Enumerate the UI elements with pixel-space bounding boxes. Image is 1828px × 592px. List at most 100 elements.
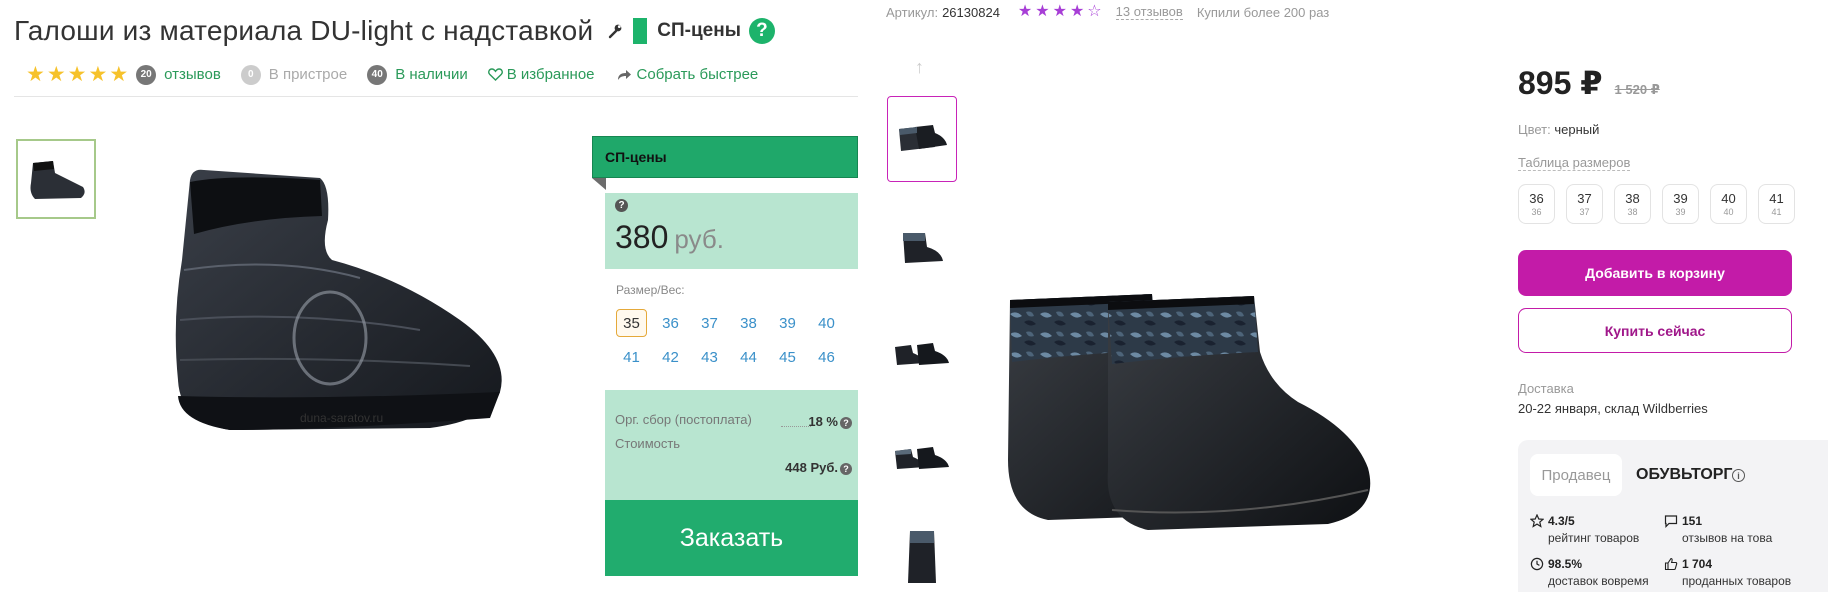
stock-link[interactable]: 40 В наличии: [367, 64, 468, 85]
clock-icon: [1530, 557, 1544, 571]
add-to-cart-button[interactable]: Добавить в корзину: [1518, 250, 1792, 296]
thumbnail-3[interactable]: [887, 310, 957, 396]
size-option[interactable]: 36: [655, 309, 686, 337]
order-button[interactable]: Заказать: [605, 500, 858, 576]
thumbnail-2[interactable]: [887, 206, 957, 292]
star-icon: ★: [46, 63, 66, 86]
price: 380 руб.: [615, 219, 724, 256]
size-option[interactable]: 38: [733, 309, 764, 337]
title-row: Галоши из материала DU-light с надставко…: [14, 14, 775, 48]
stat-label: проданных товаров: [1682, 574, 1792, 588]
size-ru: 40: [1721, 191, 1736, 206]
star-icon: ★: [109, 63, 129, 86]
size-ru: 39: [1673, 191, 1688, 206]
stat-label: отзывов на това: [1682, 531, 1773, 545]
divider: [14, 96, 858, 97]
image-watermark: duna-saratov.ru: [300, 411, 384, 425]
size-option[interactable]: 40: [811, 309, 842, 337]
collect-faster-link[interactable]: Собрать быстрее: [617, 66, 758, 83]
favorites-link[interactable]: В избранное: [487, 66, 595, 83]
thumbnail-1[interactable]: [887, 96, 957, 182]
size-eu: 40: [1723, 207, 1734, 217]
stock-label: В наличии: [395, 66, 468, 83]
fee-help-icon[interactable]: ?: [840, 416, 852, 429]
delivery-value: 20-22 января, склад Wildberries: [1518, 401, 1708, 416]
star-icon: ★: [67, 63, 87, 86]
old-price: 1 520 ₽: [1614, 82, 1660, 97]
reviews-link[interactable]: 13 отзывов: [1115, 4, 1183, 20]
comment-icon: [1664, 515, 1678, 528]
size-table-link[interactable]: Таблица размеров: [1518, 155, 1631, 171]
size-eu: 36: [1531, 207, 1542, 217]
help-icon[interactable]: ?: [748, 18, 775, 44]
size-ru: 37: [1577, 191, 1592, 206]
star-icon: ★: [88, 63, 108, 86]
size-ru: 38: [1625, 191, 1640, 206]
stat-value: 4.3/5: [1548, 514, 1575, 528]
product-title: Галоши из материала DU-light с надставко…: [14, 15, 594, 46]
buy-now-button[interactable]: Купить сейчас: [1518, 308, 1792, 353]
galosh-pair-thumbnail: [895, 447, 949, 469]
size-option[interactable]: 39: [772, 309, 803, 337]
reviews-label: отзывов: [164, 66, 221, 83]
thumb-up-icon: [1664, 557, 1678, 571]
star-outline-icon: ☆: [1087, 3, 1102, 20]
ribbon-fold: [592, 178, 606, 190]
size-option[interactable]: 35: [616, 309, 647, 337]
wb-product-page: Артикул: 26130824 ★ ★ ★ ★ ☆ 13 отзывов К…: [858, 0, 1828, 592]
size-option[interactable]: 37: [694, 309, 725, 337]
size-eu: 38: [1627, 207, 1638, 217]
size-option[interactable]: 41 41: [1758, 184, 1795, 224]
star-icon: ★: [1069, 3, 1085, 20]
thumbnail-4[interactable]: [887, 414, 957, 500]
fees-area: Орг. сбор (постоплата) 18 %? Стоимость 4…: [605, 390, 858, 502]
reviews-count-badge: 20: [136, 64, 157, 85]
size-eu: 37: [1579, 207, 1590, 217]
seller-name[interactable]: ОБУВЬТОРГ: [1636, 466, 1733, 484]
product-thumbnail[interactable]: [16, 139, 96, 219]
stat-value: 98.5%: [1548, 557, 1583, 571]
stock-count-badge: 40: [367, 64, 388, 85]
seller-tab[interactable]: Продавец: [1530, 454, 1622, 496]
stat-value: 1 704: [1682, 557, 1713, 571]
pristroy-link[interactable]: 0 В пристрое: [240, 64, 347, 85]
thumbnail-5[interactable]: [887, 522, 957, 592]
size-option[interactable]: 46: [811, 343, 842, 371]
star-outline-icon: [1530, 514, 1544, 528]
size-option[interactable]: 43: [694, 343, 725, 371]
org-fee-value: 18 %?: [808, 414, 852, 429]
sp-card-header: СП-цены: [592, 136, 858, 178]
price-help-icon[interactable]: ?: [615, 199, 628, 212]
size-option[interactable]: 40 40: [1710, 184, 1747, 224]
info-icon[interactable]: i: [1732, 469, 1745, 482]
rating-stars: ★ ★ ★ ★ ☆: [1018, 4, 1102, 20]
share-arrow-icon: [617, 69, 631, 80]
sp-prices-label: СП-цены: [657, 20, 741, 41]
cost-value-text: 448 Руб.: [785, 460, 838, 475]
star-icon: ★: [1035, 3, 1050, 20]
galosh-pair-product-image: [1008, 294, 1371, 530]
rating-stars: ★ ★ ★ ★ ★: [26, 64, 128, 85]
size-option[interactable]: 41: [616, 343, 647, 371]
size-eu: 41: [1771, 207, 1782, 217]
size-option[interactable]: 44: [733, 343, 764, 371]
size-option[interactable]: 39 39: [1662, 184, 1699, 224]
size-option[interactable]: 36 36: [1518, 184, 1555, 224]
galosh-pair-thumbnail: [895, 343, 949, 365]
sp-order-card: СП-цены ? 380 руб. Размер/Вес: 35 36 37 3…: [592, 136, 858, 576]
article-value[interactable]: 26130824: [942, 5, 1000, 20]
size-option[interactable]: 42: [655, 343, 686, 371]
size-option[interactable]: 37 37: [1566, 184, 1603, 224]
current-price: 895 ₽: [1518, 65, 1603, 101]
wrench-icon[interactable]: [607, 23, 623, 39]
size-option[interactable]: 45: [772, 343, 803, 371]
seller-card: Продавец ОБУВЬТОРГ i 4.3/5 рейтинг товар…: [1518, 440, 1828, 592]
size-option[interactable]: 38 38: [1614, 184, 1651, 224]
cost-value: 448 Руб.?: [785, 460, 852, 475]
thumbnails-up-arrow-icon[interactable]: ↑: [915, 57, 924, 78]
delivery-label: Доставка: [1518, 381, 1574, 396]
cost-help-icon[interactable]: ?: [840, 462, 852, 475]
color-label: Цвет:: [1518, 122, 1551, 137]
reviews-link[interactable]: 20 отзывов: [136, 64, 221, 85]
bought-count: Купили более 200 раз: [1196, 4, 1330, 20]
